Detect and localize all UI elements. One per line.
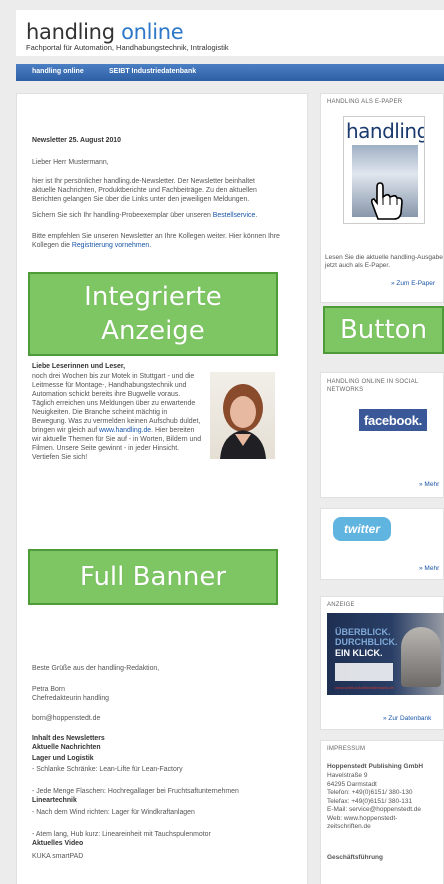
contents-heading: Inhalt des Newsletters — [32, 735, 105, 742]
twitter-logo[interactable]: twitter — [333, 517, 391, 541]
news-item[interactable]: - Jede Menge Flaschen: Hochregallager be… — [32, 787, 294, 796]
intro-text: hier ist Ihr persönlicher handling.de-Ne… — [32, 178, 257, 203]
impressum-email[interactable]: E-Mail: service@hoppenstedt.de — [327, 806, 427, 815]
hand-cursor-icon — [370, 182, 403, 220]
order-text: Sichern Sie sich Ihr handling-Probeexemp… — [32, 212, 211, 219]
cover-title: handling — [346, 119, 425, 143]
site-logo[interactable]: handling online — [26, 20, 184, 44]
ad-search-field — [335, 663, 393, 681]
nav-item-handling-online[interactable]: handling online — [32, 68, 84, 75]
impressum-title: IMPRESSUM — [327, 746, 366, 752]
epaper-title: HANDLING ALS E-PAPER — [327, 99, 403, 105]
news-item[interactable]: - Atem lang, Hub kurz: Lineareinheit mit… — [32, 830, 294, 839]
integrated-ad-placeholder[interactable]: Integrierte Anzeige — [28, 272, 278, 356]
news-item[interactable]: - Schlanke Schränke: Lean-Lifte für Lean… — [32, 765, 294, 774]
epaper-cover[interactable]: handling — [343, 116, 425, 224]
impressum-box: IMPRESSUM Hoppenstedt Publishing GmbH Ha… — [320, 740, 444, 884]
section-lager-logistik[interactable]: Lager und Logistik — [32, 754, 294, 763]
editor-photo — [210, 372, 275, 459]
ad-portrait — [401, 627, 441, 687]
recommend-paragraph: Bitte empfehlen Sie unseren Newsletter a… — [32, 233, 280, 249]
site-tagline: Fachportal für Automation, Handhabungste… — [26, 43, 229, 52]
recommend-text: Bitte empfehlen Sie unseren Newsletter a… — [32, 233, 280, 249]
ad-line-3: EIN KLICK. — [335, 648, 383, 658]
order-link[interactable]: Bestellservice — [213, 212, 256, 219]
editor-portrait-icon — [220, 384, 266, 459]
impressum-web[interactable]: Web: www.hoppenstedt-zeitschriften.de — [327, 815, 427, 832]
nav-item-seibt[interactable]: SEIBT Industriedatenbank — [109, 68, 196, 75]
impressum-line: Telefax: +49(0)6151/ 380-131 — [327, 797, 413, 805]
epaper-link[interactable]: » Zum E-Paper — [391, 280, 435, 287]
impressum-management: Geschäftsführung — [327, 854, 383, 861]
editorial-body: noch drei Wochen bis zur Motek in Stuttg… — [32, 373, 202, 461]
site-header: handling online Fachportal für Automatio… — [16, 10, 444, 56]
twitter-box: twitter » Mehr — [320, 508, 444, 580]
impressum-line: Havelstraße 9 — [327, 772, 368, 779]
button-ad-placeholder[interactable]: Button — [323, 306, 444, 354]
news-item[interactable]: - Nach dem Wind richten: Lager für Windk… — [32, 808, 294, 817]
epaper-box: HANDLING ALS E-PAPER handling Lesen Sie … — [320, 93, 444, 303]
section-lineartechnik[interactable]: Lineartechnik — [32, 796, 294, 805]
logo-word-handling: handling — [26, 20, 115, 44]
signature-role: Chefredakteurin handling — [32, 695, 109, 702]
section-aktuelles-video[interactable]: Aktuelles Video — [32, 839, 294, 848]
closing: Beste Grüße aus der handling-Redaktion, — [32, 665, 160, 672]
logo-word-online: online — [121, 20, 184, 44]
section-aktuelle-nachrichten[interactable]: Aktuelle Nachrichten — [32, 743, 294, 752]
ad-url: www.seibt-industriedatenbank.de — [335, 685, 394, 690]
editorial-text: noch drei Wochen bis zur Motek in Stuttg… — [32, 373, 201, 434]
editorial-link[interactable]: www.handling.de — [99, 427, 151, 434]
editorial-heading: Liebe Leserinnen und Leser, — [32, 363, 126, 370]
order-paragraph: Sichern Sie sich Ihr handling-Probeexemp… — [32, 212, 258, 219]
registration-link[interactable]: Registrierung vornehmen — [72, 242, 149, 249]
newsletter-title: Newsletter 25. August 2010 — [32, 137, 121, 144]
social-box: HANDLING ONLINE IN SOCIAL NETWORKS faceb… — [320, 372, 444, 498]
database-link[interactable]: » Zur Datenbank — [383, 715, 431, 722]
seibt-ad[interactable]: ÜBERBLICK. DURCHBLICK. EIN KLICK. www.se… — [327, 613, 444, 695]
impressum-line: 64295 Darmstadt — [327, 780, 377, 788]
facebook-more-link[interactable]: » Mehr — [419, 481, 439, 488]
nav-bar: handling online SEIBT Industriedatenbank — [16, 64, 444, 81]
video-item[interactable]: KUKA smartPAD — [32, 852, 294, 861]
ad-title: ANZEIGE — [327, 602, 355, 608]
twitter-more-link[interactable]: » Mehr — [419, 565, 439, 572]
social-title: HANDLING ONLINE IN SOCIAL NETWORKS — [327, 379, 419, 393]
full-banner-placeholder[interactable]: Full Banner — [28, 549, 278, 605]
epaper-text: Lesen Sie die aktuelle handling-Ausgabe … — [325, 254, 443, 269]
ad-line-2: DURCHBLICK. — [335, 637, 398, 647]
impressum-address: Havelstraße 9 64295 Darmstadt Telefon: +… — [327, 772, 427, 832]
greeting: Lieber Herr Mustermann, — [32, 159, 109, 166]
editor-email-link[interactable]: born@hoppenstedt.de — [32, 714, 294, 723]
facebook-logo[interactable]: facebook. — [359, 409, 427, 431]
impressum-line: Telefon: +49(0)6151/ 380-130 — [327, 789, 413, 796]
ad-box: ANZEIGE ÜBERBLICK. DURCHBLICK. EIN KLICK… — [320, 596, 444, 730]
signature-name: Petra Born — [32, 686, 65, 693]
ad-line-1: ÜBERBLICK. — [335, 627, 391, 637]
impressum-company: Hoppenstedt Publishing GmbH — [327, 763, 424, 770]
